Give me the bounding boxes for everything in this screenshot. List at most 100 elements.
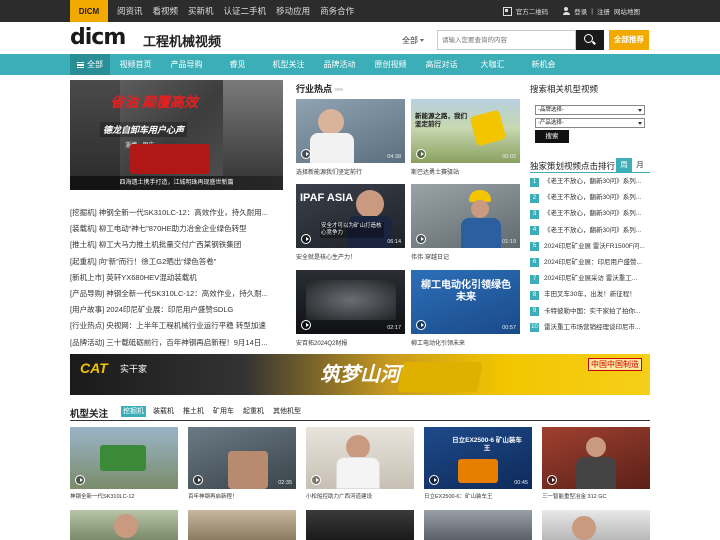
top-bar: DICM 阅资讯 看视频 买新机 认证二手机 移动应用 商务合作 官方二维码 登… bbox=[0, 0, 720, 22]
hot-video-card[interactable]: 新能源之路，我们坚定前行 00:02 斯巴达勇士赛驿站 bbox=[411, 99, 520, 176]
model-video-card[interactable]: 小松船控助力广西河道建设 bbox=[306, 427, 414, 500]
chevron-down-icon bbox=[638, 108, 642, 112]
models-divider bbox=[70, 420, 650, 421]
model-video-card[interactable] bbox=[424, 510, 532, 540]
rank-item-label: 雷沃重工市场营销经理谈印尼市... bbox=[544, 323, 641, 331]
video-thumbnail: 04:38 bbox=[296, 99, 405, 163]
rank-item-label: 2024印尼矿业展 雷沃FR1500F问... bbox=[544, 242, 645, 250]
machine-image bbox=[469, 109, 507, 147]
rank-item-label: 《老王不放心，翻新30问》系列... bbox=[544, 194, 642, 202]
nav-models[interactable]: 机型关注 bbox=[263, 54, 314, 75]
video-overlay-text: 日立EX2500-6 矿山装车王 bbox=[452, 437, 522, 452]
excavator-image bbox=[100, 445, 146, 471]
top-nav-business[interactable]: 商务合作 bbox=[315, 0, 359, 22]
product-select-value: -产品选择- bbox=[538, 120, 564, 126]
qr-code-icon[interactable] bbox=[502, 6, 512, 16]
rank-item[interactable]: 1 《老王不放心，翻新30问》系列... bbox=[530, 176, 650, 192]
login-link[interactable]: 登录 bbox=[574, 6, 587, 16]
model-video-card[interactable]: 日立EX2500-6 矿山装车王 00:45 日立EX2500-6：矿山装车王 bbox=[424, 427, 532, 500]
search-button[interactable] bbox=[576, 30, 604, 50]
tab-week[interactable]: 周 bbox=[616, 158, 632, 172]
nav-executive-talk[interactable]: 高层对话 bbox=[416, 54, 467, 75]
register-link[interactable]: 注册 bbox=[597, 6, 610, 16]
rank-divider bbox=[530, 172, 650, 173]
tab-loader[interactable]: 装载机 bbox=[151, 406, 176, 417]
rank-item[interactable]: 10 雷沃重工市场营销经理谈印尼市... bbox=[530, 322, 650, 338]
top-nav-video[interactable]: 看视频 bbox=[148, 0, 184, 22]
list-item[interactable]: [行业热点] 央视网：上半年工程机械行业运行平稳 转型加速 bbox=[70, 318, 283, 334]
rank-item[interactable]: 6 2024印尼矿业展：印尼用户盛赞... bbox=[530, 257, 650, 273]
tab-excavator[interactable]: 挖掘机 bbox=[121, 406, 146, 417]
hot-video-card[interactable]: 02:17 安百拓2024Q2财报 bbox=[296, 270, 405, 347]
tab-mining-truck[interactable]: 矿用车 bbox=[211, 406, 236, 417]
nav-experts[interactable]: 大咖汇 bbox=[467, 54, 518, 75]
recommend-button[interactable]: 全部推荐 bbox=[609, 30, 649, 50]
qr-code-link[interactable]: 官方二维码 bbox=[516, 6, 549, 16]
cat-ad-banner[interactable]: CAT 实干家 筑梦山河 中国中国制造 bbox=[70, 354, 650, 395]
nav-all-label: 全部 bbox=[87, 60, 103, 69]
top-nav-mobile-app[interactable]: 移动应用 bbox=[271, 0, 315, 22]
list-item[interactable]: [品牌活动] 三十载砥砺前行，百年神钢再启新程！9月14日... bbox=[70, 335, 283, 351]
nav-video-home[interactable]: 视频首页 bbox=[110, 54, 161, 75]
list-item[interactable]: [挖掘机] 神钢全新一代SK310LC-12：高效作业，持久耐用... bbox=[70, 205, 283, 221]
model-search-button[interactable]: 搜索 bbox=[535, 130, 569, 143]
model-video-card[interactable]: 02:35 百年神钢再启新程！ bbox=[188, 427, 296, 500]
nav-product-guide[interactable]: 产品导购 bbox=[161, 54, 212, 75]
rank-item[interactable]: 2 《老王不放心，翻新30问》系列... bbox=[530, 192, 650, 208]
list-item[interactable]: [用户故事] 2024印尼矿业展：印尼用户盛赞SDLG bbox=[70, 302, 283, 318]
nav-insight[interactable]: 睿见 bbox=[212, 54, 263, 75]
product-select[interactable]: -产品选择- bbox=[535, 118, 645, 128]
list-item[interactable]: [新机上市] 英轩YX680HEV混动装载机 bbox=[70, 270, 283, 286]
model-video-card[interactable]: 三一智能重型冶金 312 GC bbox=[542, 427, 650, 500]
model-video-card[interactable] bbox=[306, 510, 414, 540]
rank-tabs: 周 月 bbox=[616, 158, 648, 172]
search-scope-select[interactable]: 全部 bbox=[402, 35, 424, 46]
list-item[interactable]: [起重机] 向“新”而行！徐工G2晒出“绿色答卷” bbox=[70, 254, 283, 270]
tab-other[interactable]: 其他机型 bbox=[271, 406, 303, 417]
rank-item[interactable]: 7 2024印尼矿业展采访 雷沃重工... bbox=[530, 273, 650, 289]
excavator-image bbox=[458, 459, 498, 483]
ipaf-asia-logo: IPAF ASIA bbox=[300, 192, 354, 204]
hot-video-card[interactable]: 01:19 伟伟·穿越日记 bbox=[411, 184, 520, 261]
video-thumbnail bbox=[70, 427, 178, 489]
list-item[interactable]: [装载机] 柳工电动“神七”870HE助力冶金企业绿色转型 bbox=[70, 221, 283, 237]
top-nav-used-machine[interactable]: 认证二手机 bbox=[219, 0, 272, 22]
hero-video[interactable]: 省油 颠覆高效 德龙自卸车用户心声 淄博 · 周庄 四海遗土携手打造，江城明珠再… bbox=[70, 80, 283, 190]
video-thumbnail: 日立EX2500-6 矿山装车王 00:45 bbox=[424, 427, 532, 489]
person-image bbox=[346, 435, 370, 459]
model-video-card[interactable] bbox=[542, 510, 650, 540]
tab-bulldozer[interactable]: 推土机 bbox=[181, 406, 206, 417]
play-icon bbox=[416, 320, 426, 330]
hot-video-card[interactable]: 04:38 选择新能源我们坚定前行 bbox=[296, 99, 405, 176]
top-nav-new-machine[interactable]: 买新机 bbox=[183, 0, 219, 22]
site-logo[interactable]: dicm bbox=[70, 25, 126, 50]
hot-title-text: 行业热点 bbox=[296, 84, 333, 94]
search-input[interactable] bbox=[437, 30, 576, 50]
hot-video-card[interactable]: IPAF ASIA 安全才可以为矿山打造核心竞争力 06:14 安全就是核心生产… bbox=[296, 184, 405, 261]
sitemap-link[interactable]: 网站地图 bbox=[614, 6, 640, 16]
nav-opportunity[interactable]: 新机会 bbox=[518, 54, 569, 75]
hot-video-card[interactable]: 柳工电动化引领绿色未来 00:57 柳工电动化引领未来 bbox=[411, 270, 520, 347]
hero-caption: 四海遗土携手打造，江城明珠再现盛世新篇 bbox=[70, 176, 283, 190]
rank-item[interactable]: 3 《老王不放心，翻新30问》系列... bbox=[530, 208, 650, 224]
rank-item[interactable]: 8 丰田叉车30年，出发！新征程！ bbox=[530, 289, 650, 305]
rank-item[interactable]: 4 《老王不放心，翻新30问》系列... bbox=[530, 225, 650, 241]
video-caption: 柳工电动化引领未来 bbox=[411, 341, 466, 347]
rank-item[interactable]: 9 卡特彼勒中国：实干家拍了拍你... bbox=[530, 306, 650, 322]
brand-logo[interactable]: DICM bbox=[70, 0, 108, 22]
model-video-card[interactable] bbox=[70, 510, 178, 540]
tab-month[interactable]: 月 bbox=[632, 158, 648, 172]
brand-select[interactable]: -品牌选择- bbox=[535, 105, 645, 115]
logo-text: dicm bbox=[70, 25, 126, 50]
model-video-card[interactable] bbox=[188, 510, 296, 540]
list-item[interactable]: [推土机] 柳工大马力推土机批量交付广西某钢铁集团 bbox=[70, 237, 283, 253]
nav-original-video[interactable]: 原创视频 bbox=[365, 54, 416, 75]
top-nav-news[interactable]: 阅资讯 bbox=[112, 0, 148, 22]
tab-crane[interactable]: 起重机 bbox=[241, 406, 266, 417]
model-video-card[interactable]: 神钢全新一代SK310LC-12 bbox=[70, 427, 178, 500]
rank-item[interactable]: 5 2024印尼矿业展 雷沃FR1500F问... bbox=[530, 241, 650, 257]
list-item[interactable]: [产品导购] 神钢全新一代SK310LC-12：高效作业，持久耐... bbox=[70, 286, 283, 302]
nav-all[interactable]: 全部 bbox=[70, 54, 110, 75]
video-duration: 02:35 bbox=[278, 480, 292, 486]
nav-brand-events[interactable]: 品牌活动 bbox=[314, 54, 365, 75]
